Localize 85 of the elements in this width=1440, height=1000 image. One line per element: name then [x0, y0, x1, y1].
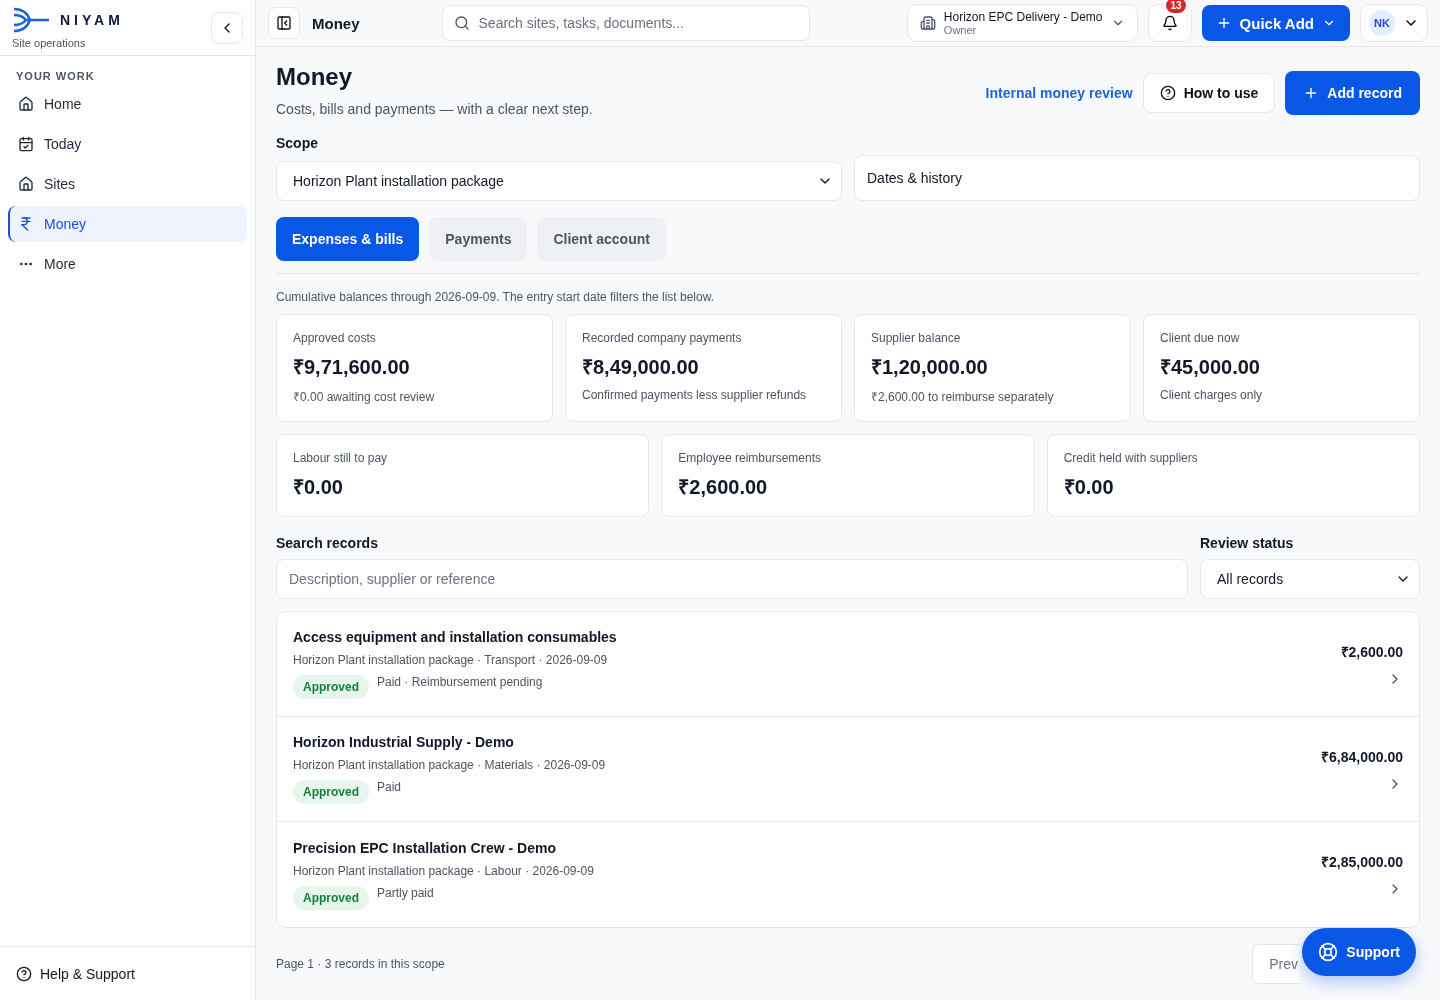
collapse-button[interactable] — [211, 11, 243, 44]
stat-value: ₹45,000.00 — [1160, 355, 1261, 380]
avatar: NK — [1369, 10, 1395, 36]
payment-status: Paid — [377, 780, 402, 794]
section-heading: YOUR WORK — [15, 69, 96, 84]
record-row[interactable]: Access equipment and installation consumables Horizon Plant installation package · Transport · 2026-09-09 Approved Paid · Reimbursement pending ₹2,600.00 — [277, 612, 1419, 717]
search-icon — [453, 15, 470, 31]
stat-value: ₹2,600.00 — [678, 475, 769, 500]
stat-note: ₹0.00 awaiting cost review — [293, 389, 436, 405]
sidebar-toggle-button[interactable] — [268, 7, 300, 39]
search-records-label: Search records — [276, 535, 379, 551]
page-subtitle: Costs, bills and payments — with a clear next step. — [276, 101, 593, 117]
stat-note: Client charges only — [1160, 388, 1264, 402]
scope-select[interactable]: Horizon Plant installation package — [276, 161, 842, 201]
stat-label: Recorded company payments — [582, 331, 743, 345]
help-icon — [16, 965, 32, 982]
record-amount: ₹2,600.00 — [1340, 642, 1403, 661]
page-title: Money — [276, 63, 353, 91]
payment-status: Partly paid — [377, 885, 434, 900]
record-title: Precision EPC Installation Crew - Demo — [293, 839, 557, 856]
quick-add-button[interactable]: Quick Add — [1201, 5, 1350, 41]
records-search-field[interactable]: Description, supplier or reference — [276, 559, 1188, 599]
record-meta: Horizon Plant installation package · Transport · 2026-09-09 — [293, 653, 609, 667]
stat-value: ₹0.00 — [293, 475, 344, 500]
stat-note: ₹2,600.00 to reimburse separately — [871, 389, 1055, 405]
status-badge: Approved — [293, 780, 369, 804]
brand-name: NIYAM — [60, 11, 124, 28]
stat-label: Employee reimbursements — [678, 451, 823, 465]
review-status-select[interactable]: All records — [1200, 559, 1420, 599]
stat-label: Credit held with suppliers — [1063, 451, 1199, 465]
record-row[interactable]: Precision EPC Installation Crew - Demo Horizon Plant installation package · Labour · 2026-09-09 Approved Partly paid ₹2,85,000.00 — [277, 822, 1419, 927]
stat-label: Approved costs — [293, 331, 377, 345]
tab[interactable]: Expenses & bills — [276, 217, 420, 261]
nav-item[interactable]: Today — [8, 126, 247, 162]
notification-count: 13 — [1166, 0, 1186, 13]
record-amount: ₹6,84,000.00 — [1321, 747, 1403, 766]
status-badge: Approved — [293, 885, 369, 910]
scope-label: Scope — [276, 135, 319, 151]
add-record-button[interactable]: Add record — [1285, 71, 1420, 115]
record-meta: Horizon Plant installation package · Labour · 2026-09-09 — [293, 863, 594, 878]
record-meta: Horizon Plant installation package · Materials · 2026-09-09 — [293, 758, 606, 772]
stat-label: Labour still to pay — [293, 451, 389, 465]
nav-item[interactable]: Sites — [8, 166, 247, 202]
dates-history-toggle[interactable]: Dates & history — [854, 155, 1420, 201]
tab[interactable]: Payments — [429, 217, 528, 261]
tab[interactable]: Client account — [537, 217, 666, 261]
pagination-info: Page 1 · 3 records in this scope — [276, 957, 445, 971]
record-title: Horizon Industrial Supply - Demo — [293, 734, 515, 750]
lifebuoy-icon — [1318, 942, 1339, 962]
review-status-label: Review status — [1200, 535, 1295, 551]
organization-selector[interactable]: Horizon EPC Delivery - Demo Owner — [906, 4, 1138, 42]
record-amount: ₹2,85,000.00 — [1321, 853, 1403, 871]
home-icon — [18, 176, 34, 192]
payment-status: Paid · Reimbursement pending — [377, 675, 543, 689]
nav-item[interactable]: More — [8, 246, 247, 282]
home-icon — [18, 96, 34, 112]
topbar-title: Money — [312, 14, 360, 32]
stat-value: ₹9,71,600.00 — [293, 355, 411, 380]
support-button[interactable]: Support — [1302, 928, 1416, 976]
stat-label: Supplier balance — [871, 331, 962, 345]
sidebar-panel-icon — [276, 15, 292, 31]
stat-value: ₹0.00 — [1063, 475, 1115, 500]
brand-subtitle: Site operations — [12, 36, 87, 49]
stat-value: ₹1,20,000.00 — [871, 355, 989, 380]
bell-icon — [1161, 15, 1178, 31]
record-row[interactable]: Horizon Industrial Supply - Demo Horizon Plant installation package · Materials · 2026-09-09 Approved Paid ₹6,84,000.00 — [277, 717, 1419, 822]
help-icon — [1159, 85, 1176, 101]
record-title: Access equipment and installation consumables — [293, 629, 617, 645]
account-menu-button[interactable]: NK — [1360, 4, 1428, 42]
search-field[interactable]: Search sites, tasks, documents... — [441, 5, 810, 41]
previous-page-button[interactable]: Prev — [1252, 944, 1300, 984]
how-to-use-button[interactable]: How to use — [1142, 73, 1276, 113]
logo-icon — [12, 6, 50, 33]
stat-note: Confirmed payments less supplier refunds — [582, 388, 808, 402]
help-link[interactable]: Help & Support — [0, 946, 255, 1000]
stat-value: ₹8,49,000.00 — [582, 355, 700, 380]
building-icon — [919, 15, 936, 31]
balances-note: Cumulative balances through 2026-09-09. The entry start date filters the list below. — [276, 290, 716, 304]
stat-label: Client due now — [1160, 331, 1241, 345]
nav-item[interactable]: Home — [8, 86, 247, 122]
internal-review-link[interactable]: Internal money review — [985, 85, 1133, 101]
nav-item[interactable]: Money — [8, 206, 247, 242]
rupee-icon — [18, 216, 34, 232]
calendar-icon — [18, 136, 34, 152]
status-badge: Approved — [293, 675, 369, 699]
